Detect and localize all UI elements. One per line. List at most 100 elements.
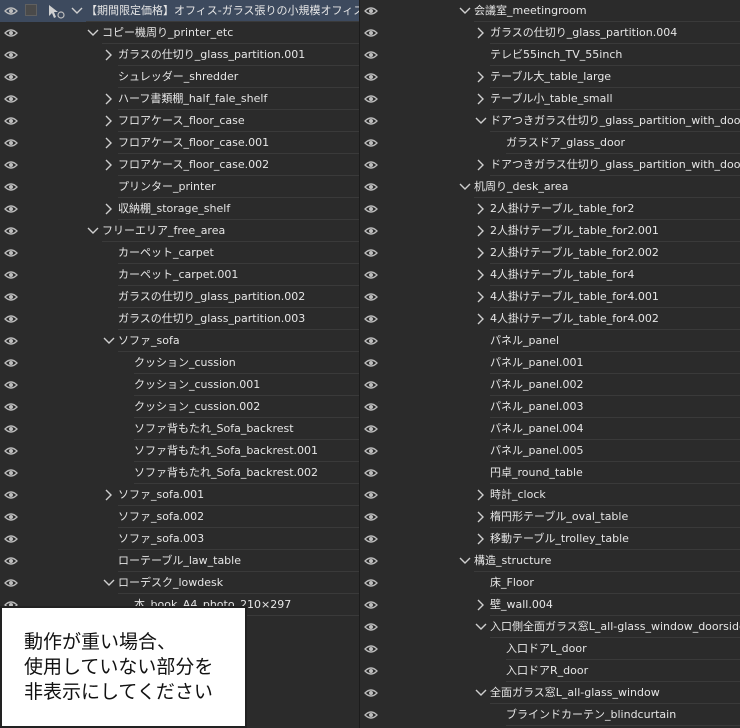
outliner-row-lowdesk[interactable]: ローデスク_lowdesk bbox=[0, 572, 360, 594]
chevron-down-icon[interactable] bbox=[458, 554, 472, 568]
eye-icon[interactable] bbox=[364, 49, 378, 61]
outliner-row-panel-004[interactable]: パネル_panel.004 bbox=[360, 418, 740, 440]
eye-icon[interactable] bbox=[4, 335, 18, 347]
eye-icon[interactable] bbox=[4, 533, 18, 545]
chevron-right-icon[interactable] bbox=[102, 92, 116, 106]
outliner-row-glass-partition-002[interactable]: ガラスの仕切り_glass_partition.002 bbox=[0, 286, 360, 308]
outliner-row-floor-case[interactable]: フロアケース_floor_case bbox=[0, 110, 360, 132]
outliner-row-free-area[interactable]: フリーエリア_free_area bbox=[0, 220, 360, 242]
chevron-down-icon[interactable] bbox=[458, 4, 472, 18]
eye-icon[interactable] bbox=[364, 665, 378, 677]
eye-icon[interactable] bbox=[364, 335, 378, 347]
eye-icon[interactable] bbox=[4, 423, 18, 435]
outliner-row-4-table-for4[interactable]: 4人掛けテーブル_table_for4 bbox=[360, 264, 740, 286]
outliner-row-l-all-glass-window-doorside[interactable]: 入口側全面ガラス窓L_all-glass_window_doorside bbox=[360, 616, 740, 638]
eye-icon[interactable] bbox=[364, 5, 378, 17]
chevron-down-icon[interactable] bbox=[70, 4, 84, 18]
outliner-row-floor-case-002[interactable]: フロアケース_floor_case.002 bbox=[0, 154, 360, 176]
outliner-row-trolley-table[interactable]: 移動テーブル_trolley_table bbox=[360, 528, 740, 550]
outliner-row-printer-etc[interactable]: コピー機周り_printer_etc bbox=[0, 22, 360, 44]
chevron-down-icon[interactable] bbox=[86, 224, 100, 238]
eye-icon[interactable] bbox=[364, 423, 378, 435]
outliner-row-2-table-for2-001[interactable]: 2人掛けテーブル_table_for2.001 bbox=[360, 220, 740, 242]
eye-icon[interactable] bbox=[4, 159, 18, 171]
outliner-row-table-small[interactable]: テーブル小_table_small bbox=[360, 88, 740, 110]
outliner-row-sofa-001[interactable]: ソファ_sofa.001 bbox=[0, 484, 360, 506]
outliner-row-glass-partition-with-door-001[interactable]: ドアつきガラス仕切り_glass_partition_with_door.001 bbox=[360, 154, 740, 176]
outliner-row-clock[interactable]: 時計_clock bbox=[360, 484, 740, 506]
outliner-row-cussion-002[interactable]: クッション_cussion.002 bbox=[0, 396, 360, 418]
eye-icon[interactable] bbox=[364, 401, 378, 413]
eye-icon[interactable] bbox=[4, 577, 18, 589]
eye-icon[interactable] bbox=[364, 687, 378, 699]
outliner-row-55inch-tv-55inch[interactable]: テレビ55inch_TV_55inch bbox=[360, 44, 740, 66]
outliner-row-panel-002[interactable]: パネル_panel.002 bbox=[360, 374, 740, 396]
outliner-row-panel[interactable]: パネル_panel bbox=[360, 330, 740, 352]
outliner-row-sofa-backrest[interactable]: ソファ背もたれ_Sofa_backrest bbox=[0, 418, 360, 440]
eye-icon[interactable] bbox=[364, 445, 378, 457]
outliner-row-glass-partition-001[interactable]: ガラスの仕切り_glass_partition.001 bbox=[0, 44, 360, 66]
chevron-right-icon[interactable] bbox=[102, 136, 116, 150]
outliner-row-carpet[interactable]: カーペット_carpet bbox=[0, 242, 360, 264]
outliner-row-glass-partition-with-door[interactable]: ドアつきガラス仕切り_glass_partition_with_door bbox=[360, 110, 740, 132]
eye-icon[interactable] bbox=[4, 181, 18, 193]
outliner-row-storage-shelf[interactable]: 収納棚_storage_shelf bbox=[0, 198, 360, 220]
eye-icon[interactable] bbox=[364, 511, 378, 523]
eye-icon[interactable] bbox=[364, 137, 378, 149]
eye-icon[interactable] bbox=[364, 467, 378, 479]
eye-icon[interactable] bbox=[4, 379, 18, 391]
outliner-row-structure[interactable]: 構造_structure bbox=[360, 550, 740, 572]
eye-icon[interactable] bbox=[364, 203, 378, 215]
eye-icon[interactable] bbox=[364, 313, 378, 325]
eye-icon[interactable] bbox=[4, 511, 18, 523]
chevron-right-icon[interactable] bbox=[102, 114, 116, 128]
eye-icon[interactable] bbox=[4, 467, 18, 479]
outliner-row-wall-004[interactable]: 壁_wall.004 bbox=[360, 594, 740, 616]
outliner-row-blindcurtain[interactable]: ブラインドカーテン_blindcurtain bbox=[360, 704, 740, 726]
eye-icon[interactable] bbox=[364, 71, 378, 83]
eye-icon[interactable] bbox=[364, 555, 378, 567]
eye-icon[interactable] bbox=[364, 27, 378, 39]
chevron-right-icon[interactable] bbox=[102, 158, 116, 172]
outliner-row-round-table[interactable]: 円卓_round_table bbox=[360, 462, 740, 484]
chevron-right-icon[interactable] bbox=[102, 202, 116, 216]
chevron-down-icon[interactable] bbox=[102, 334, 116, 348]
object-select-icon[interactable] bbox=[46, 3, 66, 19]
selectable-checkbox[interactable] bbox=[25, 4, 37, 16]
outliner-row-glass-partition-003[interactable]: ガラスの仕切り_glass_partition.003 bbox=[0, 308, 360, 330]
eye-icon[interactable] bbox=[364, 621, 378, 633]
outliner-row-carpet-001[interactable]: カーペット_carpet.001 bbox=[0, 264, 360, 286]
eye-icon[interactable] bbox=[4, 27, 18, 39]
eye-icon[interactable] bbox=[364, 225, 378, 237]
eye-icon[interactable] bbox=[4, 401, 18, 413]
eye-icon[interactable] bbox=[364, 291, 378, 303]
eye-icon[interactable] bbox=[4, 225, 18, 237]
outliner-row-sofa-002[interactable]: ソファ_sofa.002 bbox=[0, 506, 360, 528]
outliner-row-meetingroom[interactable]: 会議室_meetingroom bbox=[360, 0, 740, 22]
eye-icon[interactable] bbox=[364, 357, 378, 369]
chevron-right-icon[interactable] bbox=[474, 488, 488, 502]
eye-icon[interactable] bbox=[4, 489, 18, 501]
outliner-row-glass-partition-004[interactable]: ガラスの仕切り_glass_partition.004 bbox=[360, 22, 740, 44]
outliner-row-sofa-backrest-001[interactable]: ソファ背もたれ_Sofa_backrest.001 bbox=[0, 440, 360, 462]
outliner-row-2-table-for2[interactable]: 2人掛けテーブル_table_for2 bbox=[360, 198, 740, 220]
eye-icon[interactable] bbox=[364, 577, 378, 589]
outliner-row-floor[interactable]: 床_Floor bbox=[360, 572, 740, 594]
outliner-row-r-door[interactable]: 入口ドアR_door bbox=[360, 660, 740, 682]
outliner-row-cussion[interactable]: クッション_cussion bbox=[0, 352, 360, 374]
chevron-right-icon[interactable] bbox=[474, 158, 488, 172]
eye-icon[interactable] bbox=[4, 71, 18, 83]
outliner-row-table-large[interactable]: テーブル大_table_large bbox=[360, 66, 740, 88]
outliner-row-cussion-001[interactable]: クッション_cussion.001 bbox=[0, 374, 360, 396]
outliner-row-sofa-backrest-002[interactable]: ソファ背もたれ_Sofa_backrest.002 bbox=[0, 462, 360, 484]
eye-icon[interactable] bbox=[364, 643, 378, 655]
chevron-down-icon[interactable] bbox=[474, 620, 488, 634]
chevron-down-icon[interactable] bbox=[474, 114, 488, 128]
eye-icon[interactable] bbox=[4, 269, 18, 281]
eye-icon[interactable] bbox=[4, 93, 18, 105]
eye-icon[interactable] bbox=[364, 181, 378, 193]
eye-icon[interactable] bbox=[4, 203, 18, 215]
eye-icon[interactable] bbox=[4, 291, 18, 303]
eye-icon[interactable] bbox=[364, 599, 378, 611]
eye-icon[interactable] bbox=[4, 313, 18, 325]
